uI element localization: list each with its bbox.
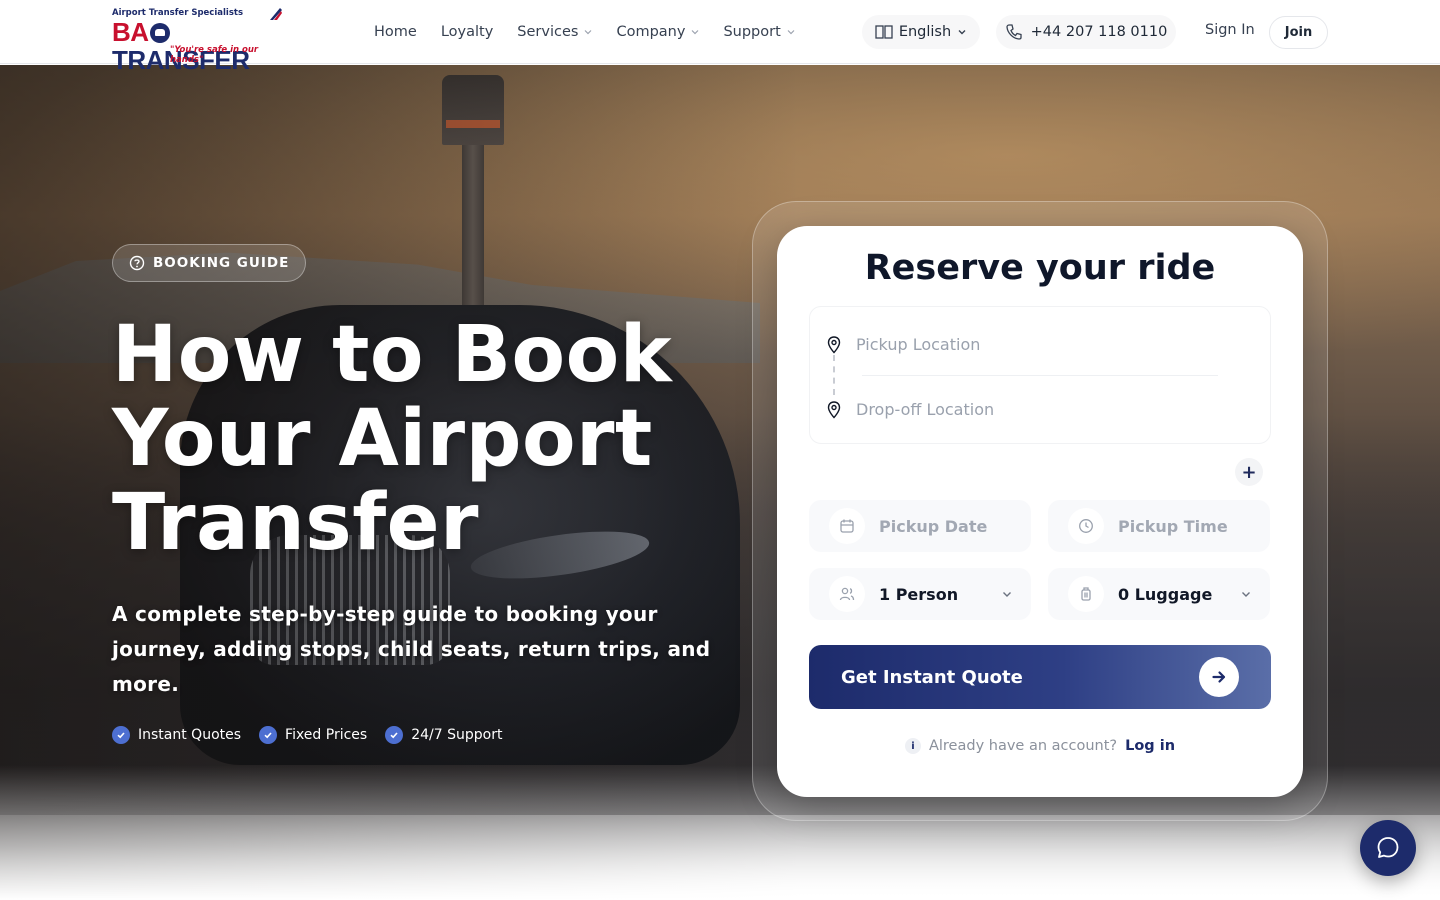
pickup-date-input[interactable]: Pickup Date <box>809 500 1031 552</box>
hero-title-line-3: Transfer <box>112 478 479 568</box>
route-connector <box>833 355 835 395</box>
clock-icon <box>1068 508 1104 544</box>
nav-support[interactable]: Support <box>723 24 795 40</box>
nav-home-label: Home <box>374 24 417 40</box>
badge-label: BOOKING GUIDE <box>153 255 290 271</box>
feature-item: Instant Quotes <box>112 726 241 744</box>
brand-logo[interactable]: Airport Transfer Specialists BATRANSFER … <box>112 8 284 74</box>
booking-title: Reserve your ride <box>864 248 1216 288</box>
feature-list: Instant Quotes Fixed Prices 24/7 Support <box>112 726 502 744</box>
chevron-down-icon <box>585 30 592 35</box>
feature-label: Fixed Prices <box>285 727 368 743</box>
chevron-down-icon <box>958 30 966 35</box>
feature-label: 24/7 Support <box>411 727 503 743</box>
pickup-time-placeholder: Pickup Time <box>1118 516 1228 536</box>
check-circle-icon <box>259 726 278 744</box>
booking-guide-badge: BOOKING GUIDE <box>112 244 307 282</box>
chat-bubble-icon <box>1377 837 1399 858</box>
dropoff-location-input[interactable]: Drop-off Location <box>826 400 994 419</box>
map-pin-icon <box>827 400 841 419</box>
login-prompt: i Already have an account? Log in <box>777 738 1303 754</box>
book-icon <box>875 25 893 39</box>
info-icon: i <box>904 738 921 754</box>
nav-loyalty-label: Loyalty <box>440 24 494 40</box>
question-circle-icon <box>129 255 145 271</box>
quote-button-label: Get Instant Quote <box>841 666 1023 688</box>
chevron-down-icon <box>787 30 795 35</box>
join-button[interactable]: Join <box>1269 16 1328 49</box>
nav-loyalty[interactable]: Loyalty <box>441 24 493 40</box>
language-selector[interactable]: English <box>862 15 980 49</box>
feature-item: Fixed Prices <box>259 726 367 744</box>
feature-label: Instant Quotes <box>138 727 242 743</box>
location-inputs: Pickup Location Drop-off Location <box>809 306 1271 444</box>
site-header: Airport Transfer Specialists BATRANSFER … <box>0 0 1440 74</box>
hero-subtitle: A complete step-by-step guide to booking… <box>112 602 711 696</box>
chevron-down-icon <box>692 30 699 35</box>
logo-brand-prefix: BA <box>112 17 149 47</box>
login-link[interactable]: Log in <box>1125 738 1175 754</box>
feature-item: 24/7 Support <box>385 726 502 744</box>
arrow-right-icon <box>1199 657 1239 697</box>
nav-company[interactable]: Company <box>616 24 699 40</box>
pickup-time-input[interactable]: Pickup Time <box>1048 500 1270 552</box>
nav-home[interactable]: Home <box>374 24 417 40</box>
chevron-down-icon <box>1242 592 1250 597</box>
main-nav: Home Loyalty Services Company Support <box>374 0 795 64</box>
check-circle-icon <box>112 726 130 744</box>
get-instant-quote-button[interactable]: Get Instant Quote <box>809 645 1271 709</box>
union-flag-icon <box>270 8 282 20</box>
luggage-select[interactable]: 0 Luggage <box>1048 568 1270 620</box>
phone-link[interactable]: +44 207 118 0110 <box>996 15 1176 49</box>
phone-number: +44 207 118 0110 <box>1030 24 1168 40</box>
chevron-down-icon <box>1003 592 1011 597</box>
pickup-date-placeholder: Pickup Date <box>879 516 988 536</box>
hero-title-line-2: Your Airport <box>112 394 653 484</box>
pickup-placeholder: Pickup Location <box>856 335 981 354</box>
nav-services-label: Services <box>517 24 579 40</box>
hero-title-line-1: How to Book <box>112 310 673 400</box>
language-label: English <box>898 24 952 40</box>
dropoff-placeholder: Drop-off Location <box>856 400 995 419</box>
calendar-icon <box>829 508 865 544</box>
pickup-location-input[interactable]: Pickup Location <box>826 335 980 354</box>
passengers-value: 1 Person <box>879 584 959 604</box>
luggage-icon <box>1068 576 1104 612</box>
users-icon <box>829 576 865 612</box>
sign-in-link[interactable]: Sign In <box>1205 22 1255 38</box>
nav-company-label: Company <box>616 24 686 40</box>
nav-support-label: Support <box>723 24 781 40</box>
booking-card: Reserve your ride Pickup Location Drop-o… <box>777 226 1303 797</box>
car-logo-icon <box>149 23 170 43</box>
chat-button[interactable] <box>1360 820 1416 876</box>
phone-icon <box>1006 24 1022 40</box>
nav-services[interactable]: Services <box>517 24 592 40</box>
luggage-value: 0 Luggage <box>1118 584 1213 604</box>
map-pin-icon <box>827 335 841 354</box>
check-circle-icon <box>385 726 404 744</box>
account-prompt-text: Already have an account? <box>928 738 1118 754</box>
logo-tagline-bottom: "You're safe in our hands" <box>170 45 259 65</box>
hero-title: How to Book Your Airport Transfer <box>112 313 752 565</box>
location-divider <box>862 375 1218 376</box>
add-stop-button[interactable]: + <box>1235 458 1263 486</box>
passengers-select[interactable]: 1 Person <box>809 568 1031 620</box>
